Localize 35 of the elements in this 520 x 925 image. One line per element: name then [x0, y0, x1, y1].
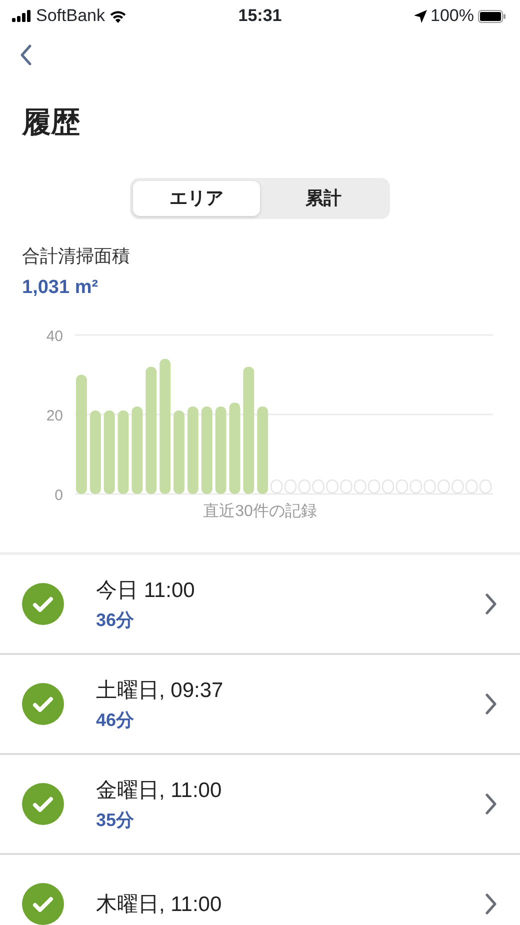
record-row[interactable]: 木曜日, 11:00	[0, 855, 520, 925]
record-duration: 36分	[96, 608, 136, 632]
record-row[interactable]: 金曜日, 11:00 35分	[0, 755, 520, 856]
record-duration: 35分	[96, 808, 136, 832]
wifi-icon	[109, 10, 127, 22]
tab[interactable]: エリア	[133, 180, 260, 216]
battery-percent: 100%	[430, 5, 474, 28]
check-circle-icon	[22, 783, 64, 826]
record-title: 土曜日, 09:37	[96, 678, 224, 704]
record-title: 今日 11:00	[96, 578, 196, 604]
chart-caption: 直近30件の記録	[203, 503, 317, 520]
record-title: 木曜日, 11:00	[96, 892, 223, 918]
check-circle-icon	[22, 683, 64, 726]
page-title: 履歴	[20, 106, 81, 141]
y-axis-label: 0	[54, 487, 63, 504]
chevron-right-icon	[484, 792, 498, 816]
y-axis-label: 40	[46, 328, 63, 346]
check-circle-icon	[22, 583, 64, 626]
clock: 15:31	[238, 5, 282, 28]
chevron-right-icon	[484, 692, 498, 716]
signal-icon	[12, 10, 32, 22]
carrier-name: SoftBank	[36, 5, 105, 28]
y-axis-label: 20	[46, 408, 63, 425]
tab[interactable]: 累計	[260, 180, 387, 216]
record-title: 金曜日, 11:00	[96, 778, 223, 804]
back-icon[interactable]	[18, 42, 34, 68]
record-duration: 46分	[96, 708, 136, 732]
location-arrow-icon	[414, 10, 427, 22]
battery-icon	[478, 10, 506, 22]
record-row[interactable]: 土曜日, 09:37 46分	[0, 655, 520, 756]
chevron-right-icon	[484, 592, 498, 616]
summary-value: 1,031 m²	[22, 276, 100, 300]
record-row[interactable]: 今日 11:00 36分	[0, 555, 520, 656]
summary-label: 合計清掃面積	[22, 244, 131, 268]
chevron-right-icon	[484, 892, 498, 916]
